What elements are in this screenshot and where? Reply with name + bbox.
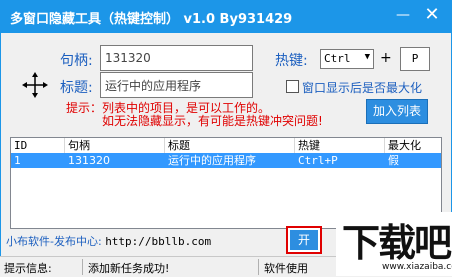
hint-line-2: 如无法隐藏显示，有可能是热键冲突问题! <box>102 114 323 128</box>
cell-title: 运行中的应用程序 <box>168 154 256 167</box>
title-input[interactable] <box>100 72 253 98</box>
watermark-url: www.xiazaiba.com <box>382 262 452 272</box>
window-title: 多窗口隐藏工具（热键控制） v1.0 By931429 <box>10 12 293 27</box>
column-header-maximize[interactable]: 最大化 <box>385 138 441 153</box>
handle-label: 句柄: <box>60 53 93 69</box>
show-maximized-label: 窗口显示后是否最大化 <box>302 81 423 95</box>
hotkey-modifier-select[interactable]: Ctrl ▼ <box>320 49 374 69</box>
title-label: 标题: <box>60 80 93 96</box>
status-divider <box>258 259 259 275</box>
status-label: 提示信息: <box>4 262 52 275</box>
column-header-title[interactable]: 标题 <box>165 138 295 153</box>
status-message: 添加新任务成功! <box>88 262 170 275</box>
publisher-link[interactable]: 小布软件-发布中心: http://bbllb.com <box>6 233 211 249</box>
cell-maximize: 假 <box>388 154 399 167</box>
cell-id: 1 <box>14 154 21 167</box>
table-row[interactable]: 1 131320 运行中的应用程序 Ctrl+P 假 <box>11 153 441 168</box>
cell-handle: 131320 <box>68 154 110 167</box>
cell-hotkey: Ctrl+P <box>298 154 338 167</box>
hint-prefix: 提示： <box>66 101 103 115</box>
checkbox-box[interactable] <box>286 80 299 93</box>
watermark-logo: 下载吧 <box>342 221 452 265</box>
handle-input[interactable] <box>100 45 253 71</box>
column-header-id[interactable]: ID <box>11 138 65 153</box>
minimize-icon[interactable]: — <box>393 5 413 25</box>
publisher-label: 小布软件-发布中心: <box>6 235 102 248</box>
column-header-handle[interactable]: 句柄 <box>65 138 165 153</box>
hotkey-key-field[interactable]: P <box>400 47 430 71</box>
watermark: 下载吧 www.xiazaiba.com <box>336 212 452 276</box>
crosshair-icon[interactable] <box>22 72 48 98</box>
status-right: 软件使用 <box>264 262 308 275</box>
start-button-label: 开 <box>290 230 318 250</box>
column-header-hotkey[interactable]: 热键 <box>295 138 385 153</box>
publisher-url[interactable]: http://bbllb.com <box>105 235 211 248</box>
close-icon[interactable]: ✕ <box>422 5 442 25</box>
hotkey-modifier-value: Ctrl <box>324 52 351 65</box>
chevron-down-icon: ▼ <box>364 52 370 62</box>
status-divider <box>82 259 83 275</box>
add-to-list-button[interactable]: 加入列表 <box>366 99 428 124</box>
start-button[interactable]: 开 <box>286 226 322 254</box>
hotkey-label: 热键: <box>275 53 308 69</box>
title-bar: 多窗口隐藏工具（热键控制） v1.0 By931429 — ✕ <box>0 0 452 33</box>
show-maximized-checkbox[interactable]: 窗口显示后是否最大化 <box>286 79 422 96</box>
plus-label: + <box>380 50 392 66</box>
